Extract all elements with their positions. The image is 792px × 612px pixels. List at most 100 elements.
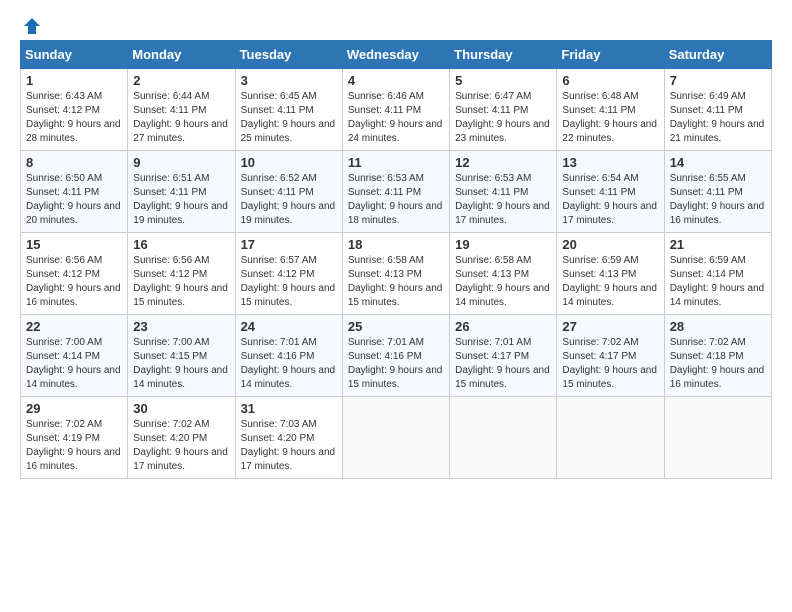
day-number: 4: [348, 73, 444, 88]
day-number: 12: [455, 155, 551, 170]
day-info: Sunrise: 6:43 AMSunset: 4:12 PMDaylight:…: [26, 90, 122, 146]
day-info: Sunrise: 6:58 AMSunset: 4:13 PMDaylight:…: [348, 254, 444, 310]
day-info: Sunrise: 6:55 AMSunset: 4:11 PMDaylight:…: [670, 172, 766, 228]
calendar-cell: 19 Sunrise: 6:58 AMSunset: 4:13 PMDaylig…: [450, 233, 557, 315]
calendar-cell: [450, 397, 557, 479]
day-info: Sunrise: 6:56 AMSunset: 4:12 PMDaylight:…: [26, 254, 122, 310]
day-info: Sunrise: 6:51 AMSunset: 4:11 PMDaylight:…: [133, 172, 229, 228]
day-number: 17: [241, 237, 337, 252]
day-header-monday: Monday: [128, 41, 235, 69]
calendar-cell: 1 Sunrise: 6:43 AMSunset: 4:12 PMDayligh…: [21, 69, 128, 151]
calendar-cell: 14 Sunrise: 6:55 AMSunset: 4:11 PMDaylig…: [664, 151, 771, 233]
calendar-cell: 17 Sunrise: 6:57 AMSunset: 4:12 PMDaylig…: [235, 233, 342, 315]
day-number: 9: [133, 155, 229, 170]
day-number: 1: [26, 73, 122, 88]
calendar-cell: 4 Sunrise: 6:46 AMSunset: 4:11 PMDayligh…: [342, 69, 449, 151]
day-info: Sunrise: 7:01 AMSunset: 4:16 PMDaylight:…: [241, 336, 337, 392]
day-number: 18: [348, 237, 444, 252]
day-info: Sunrise: 6:59 AMSunset: 4:13 PMDaylight:…: [562, 254, 658, 310]
day-info: Sunrise: 7:01 AMSunset: 4:17 PMDaylight:…: [455, 336, 551, 392]
calendar-cell: 31 Sunrise: 7:03 AMSunset: 4:20 PMDaylig…: [235, 397, 342, 479]
day-info: Sunrise: 6:57 AMSunset: 4:12 PMDaylight:…: [241, 254, 337, 310]
day-number: 22: [26, 319, 122, 334]
calendar-week-row: 1 Sunrise: 6:43 AMSunset: 4:12 PMDayligh…: [21, 69, 772, 151]
day-info: Sunrise: 6:59 AMSunset: 4:14 PMDaylight:…: [670, 254, 766, 310]
day-info: Sunrise: 7:02 AMSunset: 4:18 PMDaylight:…: [670, 336, 766, 392]
calendar-cell: 30 Sunrise: 7:02 AMSunset: 4:20 PMDaylig…: [128, 397, 235, 479]
header: [20, 16, 772, 32]
calendar-week-row: 15 Sunrise: 6:56 AMSunset: 4:12 PMDaylig…: [21, 233, 772, 315]
day-info: Sunrise: 7:00 AMSunset: 4:14 PMDaylight:…: [26, 336, 122, 392]
calendar-cell: 21 Sunrise: 6:59 AMSunset: 4:14 PMDaylig…: [664, 233, 771, 315]
logo: [20, 16, 42, 32]
day-number: 29: [26, 401, 122, 416]
calendar-cell: 13 Sunrise: 6:54 AMSunset: 4:11 PMDaylig…: [557, 151, 664, 233]
day-info: Sunrise: 6:52 AMSunset: 4:11 PMDaylight:…: [241, 172, 337, 228]
day-info: Sunrise: 7:00 AMSunset: 4:15 PMDaylight:…: [133, 336, 229, 392]
day-info: Sunrise: 6:56 AMSunset: 4:12 PMDaylight:…: [133, 254, 229, 310]
day-info: Sunrise: 6:48 AMSunset: 4:11 PMDaylight:…: [562, 90, 658, 146]
day-info: Sunrise: 6:46 AMSunset: 4:11 PMDaylight:…: [348, 90, 444, 146]
day-number: 13: [562, 155, 658, 170]
day-number: 8: [26, 155, 122, 170]
calendar-cell: 23 Sunrise: 7:00 AMSunset: 4:15 PMDaylig…: [128, 315, 235, 397]
day-info: Sunrise: 7:03 AMSunset: 4:20 PMDaylight:…: [241, 418, 337, 474]
day-info: Sunrise: 6:53 AMSunset: 4:11 PMDaylight:…: [348, 172, 444, 228]
day-info: Sunrise: 7:02 AMSunset: 4:19 PMDaylight:…: [26, 418, 122, 474]
calendar-cell: 27 Sunrise: 7:02 AMSunset: 4:17 PMDaylig…: [557, 315, 664, 397]
day-info: Sunrise: 7:02 AMSunset: 4:20 PMDaylight:…: [133, 418, 229, 474]
day-info: Sunrise: 7:01 AMSunset: 4:16 PMDaylight:…: [348, 336, 444, 392]
day-number: 2: [133, 73, 229, 88]
day-number: 27: [562, 319, 658, 334]
day-number: 19: [455, 237, 551, 252]
day-header-thursday: Thursday: [450, 41, 557, 69]
calendar-cell: 26 Sunrise: 7:01 AMSunset: 4:17 PMDaylig…: [450, 315, 557, 397]
day-info: Sunrise: 6:54 AMSunset: 4:11 PMDaylight:…: [562, 172, 658, 228]
day-info: Sunrise: 6:47 AMSunset: 4:11 PMDaylight:…: [455, 90, 551, 146]
day-number: 5: [455, 73, 551, 88]
day-info: Sunrise: 6:58 AMSunset: 4:13 PMDaylight:…: [455, 254, 551, 310]
day-number: 31: [241, 401, 337, 416]
day-info: Sunrise: 6:45 AMSunset: 4:11 PMDaylight:…: [241, 90, 337, 146]
day-number: 20: [562, 237, 658, 252]
calendar-cell: 3 Sunrise: 6:45 AMSunset: 4:11 PMDayligh…: [235, 69, 342, 151]
day-number: 10: [241, 155, 337, 170]
day-number: 23: [133, 319, 229, 334]
day-number: 11: [348, 155, 444, 170]
calendar-week-row: 29 Sunrise: 7:02 AMSunset: 4:19 PMDaylig…: [21, 397, 772, 479]
day-header-sunday: Sunday: [21, 41, 128, 69]
calendar-week-row: 22 Sunrise: 7:00 AMSunset: 4:14 PMDaylig…: [21, 315, 772, 397]
calendar-header-row: SundayMondayTuesdayWednesdayThursdayFrid…: [21, 41, 772, 69]
calendar: SundayMondayTuesdayWednesdayThursdayFrid…: [20, 40, 772, 479]
day-number: 6: [562, 73, 658, 88]
calendar-cell: [342, 397, 449, 479]
calendar-cell: 24 Sunrise: 7:01 AMSunset: 4:16 PMDaylig…: [235, 315, 342, 397]
calendar-cell: 7 Sunrise: 6:49 AMSunset: 4:11 PMDayligh…: [664, 69, 771, 151]
day-header-tuesday: Tuesday: [235, 41, 342, 69]
day-number: 24: [241, 319, 337, 334]
calendar-cell: 6 Sunrise: 6:48 AMSunset: 4:11 PMDayligh…: [557, 69, 664, 151]
day-number: 26: [455, 319, 551, 334]
day-number: 15: [26, 237, 122, 252]
day-number: 3: [241, 73, 337, 88]
calendar-cell: [557, 397, 664, 479]
calendar-cell: 16 Sunrise: 6:56 AMSunset: 4:12 PMDaylig…: [128, 233, 235, 315]
day-number: 16: [133, 237, 229, 252]
calendar-week-row: 8 Sunrise: 6:50 AMSunset: 4:11 PMDayligh…: [21, 151, 772, 233]
calendar-cell: 20 Sunrise: 6:59 AMSunset: 4:13 PMDaylig…: [557, 233, 664, 315]
calendar-cell: 2 Sunrise: 6:44 AMSunset: 4:11 PMDayligh…: [128, 69, 235, 151]
day-number: 21: [670, 237, 766, 252]
day-info: Sunrise: 6:49 AMSunset: 4:11 PMDaylight:…: [670, 90, 766, 146]
day-number: 30: [133, 401, 229, 416]
day-number: 25: [348, 319, 444, 334]
calendar-cell: 11 Sunrise: 6:53 AMSunset: 4:11 PMDaylig…: [342, 151, 449, 233]
calendar-cell: 22 Sunrise: 7:00 AMSunset: 4:14 PMDaylig…: [21, 315, 128, 397]
day-header-saturday: Saturday: [664, 41, 771, 69]
calendar-cell: 9 Sunrise: 6:51 AMSunset: 4:11 PMDayligh…: [128, 151, 235, 233]
day-info: Sunrise: 6:50 AMSunset: 4:11 PMDaylight:…: [26, 172, 122, 228]
logo-icon: [22, 16, 42, 36]
day-info: Sunrise: 6:53 AMSunset: 4:11 PMDaylight:…: [455, 172, 551, 228]
day-info: Sunrise: 6:44 AMSunset: 4:11 PMDaylight:…: [133, 90, 229, 146]
day-header-friday: Friday: [557, 41, 664, 69]
calendar-cell: 28 Sunrise: 7:02 AMSunset: 4:18 PMDaylig…: [664, 315, 771, 397]
